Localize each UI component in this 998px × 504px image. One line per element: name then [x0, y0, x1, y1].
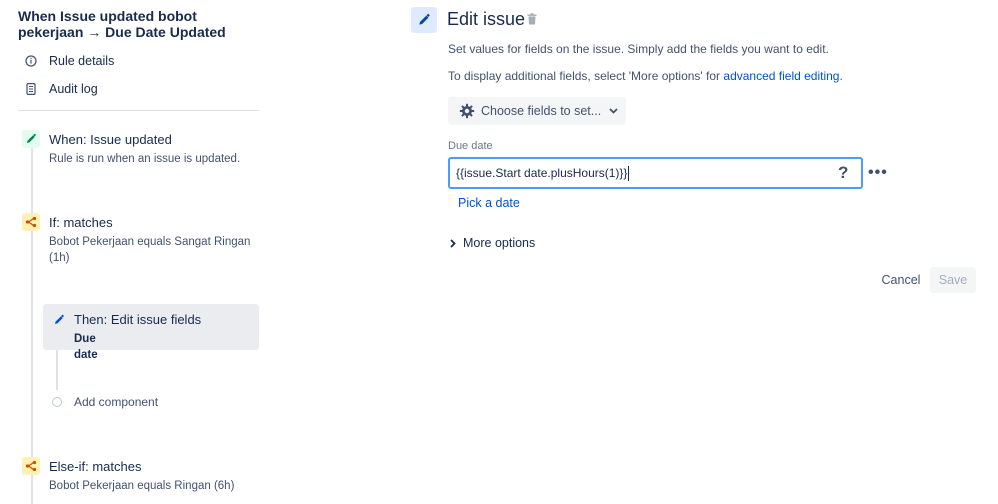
edit-issue-pencil-icon — [411, 7, 437, 33]
pencil-action-icon — [50, 311, 68, 329]
component-when-desc: Rule is run when an issue is updated. — [49, 153, 241, 165]
edit-help-text: Set values for fields on the issue. Simp… — [448, 42, 829, 56]
component-else-if-desc: Bobot Pekerjaan equals Ringan (6h) — [49, 480, 235, 492]
advanced-help-prefix: To display additional fields, select 'Mo… — [448, 69, 724, 83]
timeline-line — [31, 148, 33, 504]
branch-condition-icon — [22, 457, 40, 475]
due-date-value: {{issue.Start date.plusHours(1)}} — [456, 166, 628, 180]
pick-a-date-link[interactable]: Pick a date — [458, 196, 520, 210]
advanced-help-text: To display additional fields, select 'Mo… — [448, 69, 843, 83]
pencil-trigger-icon — [22, 130, 40, 148]
chevron-down-icon — [609, 108, 618, 114]
advanced-field-editing-link[interactable]: advanced field editing — [723, 69, 839, 83]
component-when-title: When: Issue updated — [49, 132, 172, 147]
nav-audit-log[interactable]: Audit log — [24, 82, 98, 96]
text-caret — [628, 165, 630, 181]
branch-condition-icon — [22, 213, 40, 231]
due-date-label: Due date — [448, 140, 493, 152]
component-then-title: Then: Edit issue fields — [74, 312, 202, 327]
rule-title: When Issue updated bobot pekerjaan → Due… — [18, 8, 226, 40]
add-component-button[interactable]: Add component — [52, 395, 158, 409]
nav-rule-details[interactable]: Rule details — [24, 54, 114, 68]
choose-fields-button[interactable]: Choose fields to set... — [448, 97, 626, 125]
chevron-right-icon — [450, 238, 456, 248]
add-component-dot-icon — [52, 397, 62, 407]
help-question-icon[interactable]: ? — [838, 163, 848, 183]
component-if-desc: Bobot Pekerjaan equals Sangat Ringan (1h… — [49, 236, 251, 264]
edit-issue-title: Edit issue — [447, 9, 526, 29]
rule-sidebar: When Issue updated bobot pekerjaan → Due… — [0, 0, 272, 504]
choose-fields-label: Choose fields to set... — [481, 104, 602, 118]
component-if-title: If: matches — [49, 215, 113, 230]
more-options-toggle[interactable]: More options — [450, 236, 535, 250]
document-icon — [24, 82, 38, 96]
component-then-desc: Due date — [74, 333, 98, 361]
save-button[interactable]: Save — [930, 267, 976, 293]
sidebar-divider — [18, 110, 259, 111]
cancel-button[interactable]: Cancel — [876, 267, 926, 293]
due-date-input[interactable]: {{issue.Start date.plusHours(1)}} — [448, 157, 863, 189]
advanced-help-suffix: . — [839, 69, 843, 83]
gear-icon — [459, 103, 475, 119]
add-component-label: Add component — [74, 395, 159, 409]
nav-audit-log-label: Audit log — [49, 82, 98, 96]
more-options-label: More options — [463, 236, 536, 250]
nav-rule-details-label: Rule details — [49, 54, 115, 68]
info-icon — [24, 54, 38, 68]
trash-icon[interactable] — [525, 12, 539, 26]
component-else-if-title: Else-if: matches — [49, 459, 142, 474]
more-actions-icon[interactable]: ••• — [868, 164, 888, 182]
